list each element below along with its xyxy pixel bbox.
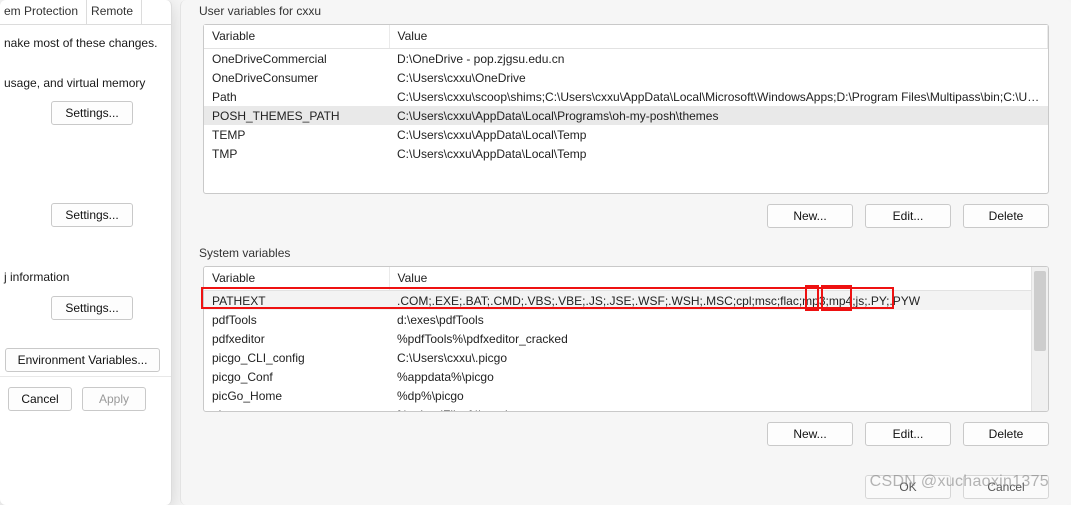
table-row[interactable]: TEMPC:\Users\cxxu\AppData\Local\Temp [204, 125, 1048, 144]
tab-remote[interactable]: Remote [87, 0, 142, 24]
table-row[interactable]: picgo_CLI_configC:\Users\cxxu\.picgo [204, 348, 1048, 367]
system-properties-dialog: em Protection Remote nake most of these … [0, 0, 172, 505]
system-variables-buttons: New... Edit... Delete [181, 422, 1049, 446]
sys-edit-button[interactable]: Edit... [865, 422, 951, 446]
scrollbar-thumb[interactable] [1034, 271, 1046, 351]
system-variables-table-wrap: Variable Value PATHEXT.COM;.EXE;.BAT;.CM… [203, 266, 1049, 412]
system-properties-cancel-button[interactable]: Cancel [8, 387, 72, 411]
table-row[interactable]: picGo_Home%dp%\picgo [204, 386, 1048, 405]
user-variables-table[interactable]: Variable Value OneDriveCommercialD:\OneD… [204, 25, 1048, 163]
user-variables-buttons: New... Edit... Delete [181, 204, 1049, 228]
startup-text: j information [4, 269, 161, 285]
tab-system-protection[interactable]: em Protection [0, 0, 87, 24]
system-table-scrollbar[interactable] [1031, 267, 1048, 411]
system-properties-tabs: em Protection Remote [0, 0, 171, 25]
sys-new-button[interactable]: New... [767, 422, 853, 446]
system-variables-table[interactable]: Variable Value PATHEXT.COM;.EXE;.BAT;.CM… [204, 267, 1048, 412]
table-row[interactable]: OneDriveConsumerC:\Users\cxxu\OneDrive [204, 68, 1048, 87]
table-row[interactable]: pdfxeditor%pdfTools%\pdfxeditor_cracked [204, 329, 1048, 348]
startup-settings-button[interactable]: Settings... [51, 296, 133, 320]
env-ok-button[interactable]: OK [865, 475, 951, 499]
user-edit-button[interactable]: Edit... [865, 204, 951, 228]
table-row[interactable]: PathC:\Users\cxxu\scoop\shims;C:\Users\c… [204, 87, 1048, 106]
environment-variables-button[interactable]: Environment Variables... [5, 348, 161, 372]
user-col-variable[interactable]: Variable [204, 25, 389, 49]
table-row-selected[interactable]: POSH_THEMES_PATHC:\Users\cxxu\AppData\Lo… [204, 106, 1048, 125]
admin-note-text: nake most of these changes. [4, 35, 161, 51]
system-properties-apply-button: Apply [82, 387, 146, 411]
user-profiles-settings-button[interactable]: Settings... [51, 203, 133, 227]
user-delete-button[interactable]: Delete [963, 204, 1049, 228]
table-row[interactable]: picgo_Conf%appdata%\picgo [204, 367, 1048, 386]
system-variables-label: System variables [199, 246, 1071, 260]
user-new-button[interactable]: New... [767, 204, 853, 228]
sys-delete-button[interactable]: Delete [963, 422, 1049, 446]
sys-col-value[interactable]: Value [389, 267, 1048, 291]
user-variables-table-wrap: Variable Value OneDriveCommercialD:\OneD… [203, 24, 1049, 194]
table-row[interactable]: pictures%ecloudFiles%\mypictures [204, 405, 1048, 412]
sys-col-variable[interactable]: Variable [204, 267, 389, 291]
env-cancel-button[interactable]: Cancel [963, 475, 1049, 499]
table-row[interactable]: TMPC:\Users\cxxu\AppData\Local\Temp [204, 144, 1048, 163]
table-row[interactable]: OneDriveCommercialD:\OneDrive - pop.zjgs… [204, 49, 1048, 69]
environment-variables-dialog: User variables for cxxu Variable Value O… [180, 0, 1071, 505]
table-row[interactable]: pdfToolsd:\exes\pdfTools [204, 310, 1048, 329]
performance-settings-button[interactable]: Settings... [51, 101, 133, 125]
user-variables-label: User variables for cxxu [199, 4, 1071, 18]
env-dialog-bottom-buttons: OK Cancel [181, 469, 1071, 505]
performance-text: usage, and virtual memory [4, 75, 161, 91]
table-row-pathext[interactable]: PATHEXT.COM;.EXE;.BAT;.CMD;.VBS;.VBE;.JS… [204, 291, 1048, 311]
user-col-value[interactable]: Value [389, 25, 1048, 49]
